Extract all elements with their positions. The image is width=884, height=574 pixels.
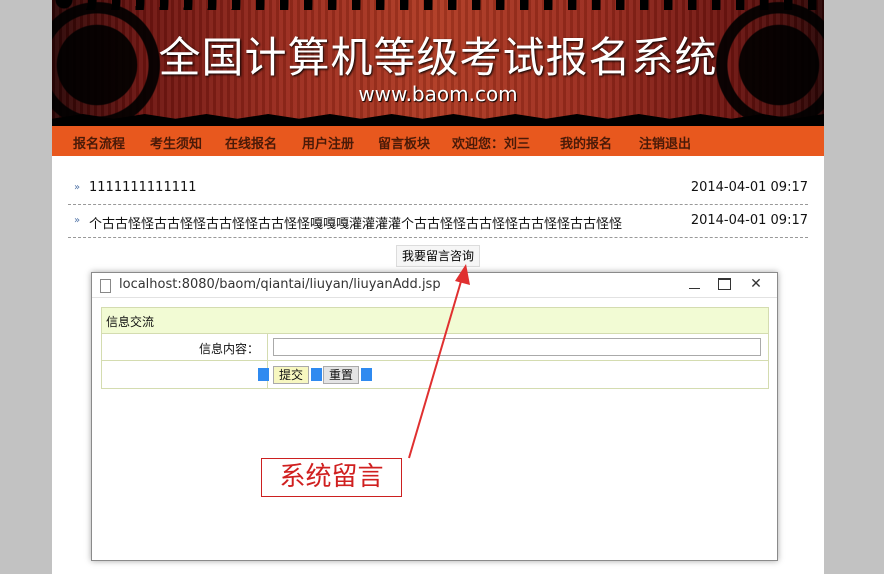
arrow-head-icon [455,264,470,285]
annotation-label: 系统留言 [261,458,402,497]
arrow-line [408,277,463,459]
annotation-arrow [408,264,470,459]
